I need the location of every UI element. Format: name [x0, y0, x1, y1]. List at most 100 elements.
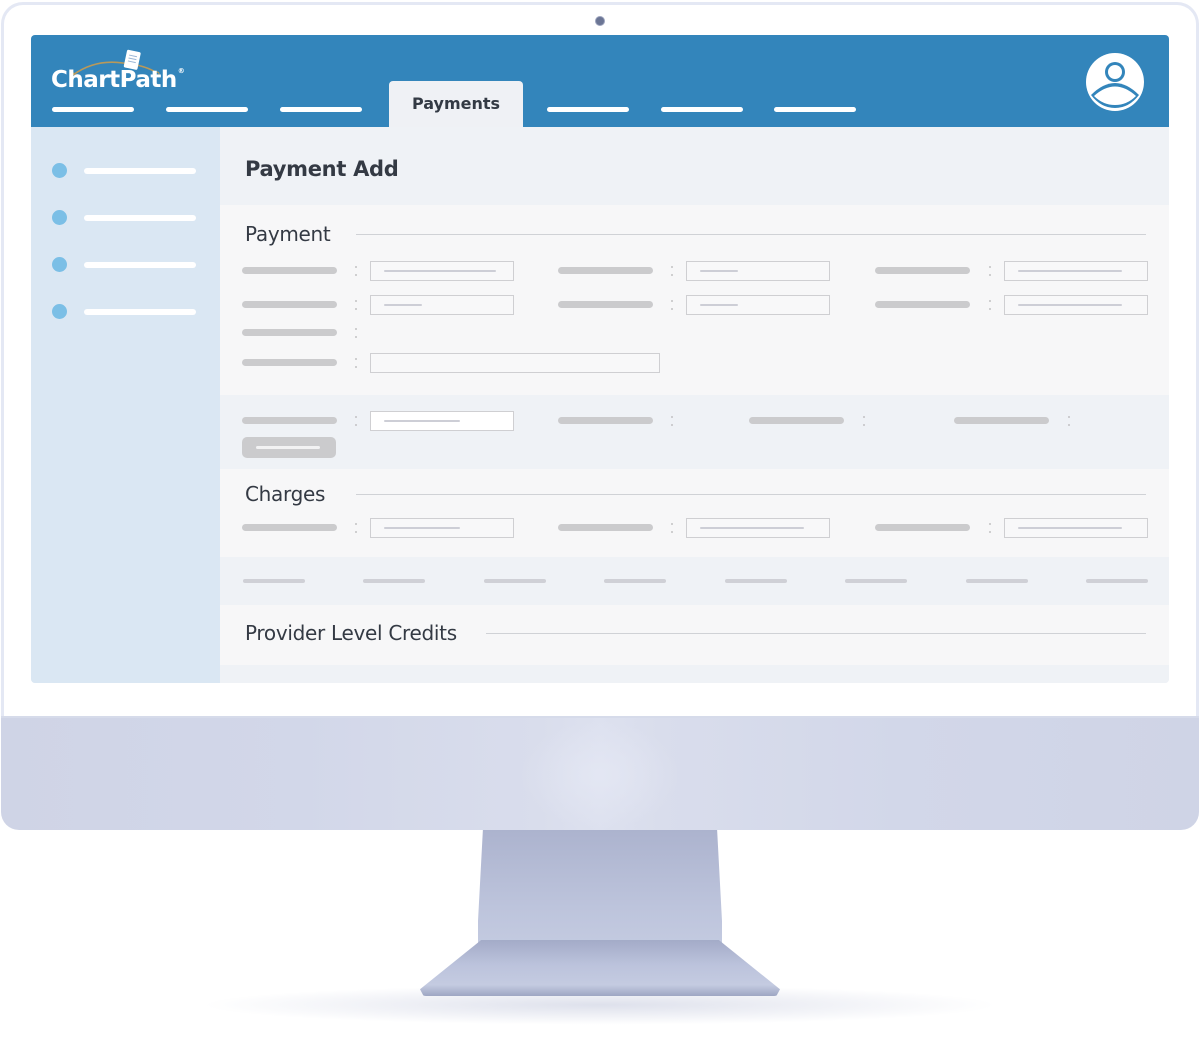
provider-level-credits-section: Provider Level Credits: [220, 605, 1169, 665]
column-header[interactable]: [845, 579, 907, 583]
button-label: [256, 446, 320, 449]
field-value: [384, 270, 496, 272]
field-label: [242, 417, 337, 424]
sidebar-item-1[interactable]: [52, 163, 202, 179]
section-title-provider-level-credits: Provider Level Credits: [245, 621, 457, 645]
field-value: [384, 527, 460, 529]
field-label: [558, 524, 653, 531]
field-label: [875, 267, 970, 274]
sidebar-item-2[interactable]: [52, 210, 202, 226]
field-label: [242, 359, 337, 366]
column-header[interactable]: [484, 579, 546, 583]
colon-separator: [671, 522, 674, 534]
charges-section: Charges: [220, 469, 1169, 557]
field-label: [242, 301, 337, 308]
payment-field-6[interactable]: [1004, 295, 1148, 315]
colon-separator: [355, 415, 358, 427]
colon-separator: [355, 327, 358, 339]
column-header[interactable]: [243, 579, 305, 583]
monitor-logo-glow: [520, 720, 680, 830]
field-value: [700, 270, 738, 272]
nav-tab-placeholder-1[interactable]: [52, 107, 134, 112]
payment-summary-section: [220, 395, 1169, 469]
sidebar: [31, 127, 220, 683]
colon-separator: [671, 415, 674, 427]
colon-separator: [355, 522, 358, 534]
nav-tab-placeholder-5[interactable]: [661, 107, 743, 112]
payment-field-5[interactable]: [686, 295, 830, 315]
payment-field-1[interactable]: [370, 261, 514, 281]
field-value: [1018, 304, 1122, 306]
colon-separator: [989, 522, 992, 534]
field-label: [242, 524, 337, 531]
field-label: [242, 267, 337, 274]
app-screen: ChartPath® Payments Payment Add Payment …: [31, 35, 1169, 683]
payment-field-3[interactable]: [1004, 261, 1148, 281]
column-header[interactable]: [604, 579, 666, 583]
chartpath-logo[interactable]: ChartPath®: [51, 49, 185, 99]
top-navigation-bar: ChartPath® Payments: [31, 35, 1169, 127]
sidebar-item-label: [84, 309, 196, 315]
field-label: [242, 329, 337, 336]
payment-field-4[interactable]: [370, 295, 514, 315]
nav-tab-placeholder-2[interactable]: [166, 107, 248, 112]
sidebar-item-label: [84, 262, 196, 268]
colon-separator: [671, 299, 674, 311]
charges-table-header: [220, 557, 1169, 605]
field-value: [1018, 270, 1122, 272]
bullet-dot-icon: [52, 257, 67, 272]
colon-separator: [671, 265, 674, 277]
monitor-stand-foot: [420, 940, 780, 996]
field-value: [700, 304, 738, 306]
payment-field-2[interactable]: [686, 261, 830, 281]
camera-icon: [595, 16, 605, 26]
payment-section: Payment: [220, 205, 1169, 395]
bullet-dot-icon: [52, 304, 67, 319]
user-avatar-icon[interactable]: [1084, 51, 1146, 113]
nav-tab-placeholder-3[interactable]: [280, 107, 362, 112]
section-divider: [356, 494, 1146, 495]
sidebar-item-4[interactable]: [52, 304, 202, 320]
action-button[interactable]: [242, 437, 336, 458]
field-value: [384, 304, 422, 306]
sidebar-item-label: [84, 215, 196, 221]
colon-separator: [355, 357, 358, 369]
bullet-dot-icon: [52, 163, 67, 178]
charges-field-3[interactable]: [1004, 518, 1148, 538]
tab-payments[interactable]: Payments: [389, 81, 523, 127]
colon-separator: [989, 265, 992, 277]
colon-separator: [989, 299, 992, 311]
nav-tab-placeholder-4[interactable]: [547, 107, 629, 112]
section-divider: [486, 633, 1146, 634]
section-title-payment: Payment: [245, 222, 331, 246]
section-title-charges: Charges: [245, 482, 326, 506]
registered-mark: ®: [177, 67, 185, 75]
sidebar-item-3[interactable]: [52, 257, 202, 273]
column-header[interactable]: [725, 579, 787, 583]
column-header[interactable]: [363, 579, 425, 583]
page-title: Payment Add: [245, 157, 399, 181]
field-value: [384, 420, 460, 422]
nav-tab-placeholder-6[interactable]: [774, 107, 856, 112]
field-label: [558, 417, 653, 424]
column-header[interactable]: [1086, 579, 1148, 583]
logo-wordmark: ChartPath®: [51, 67, 185, 93]
charges-field-2[interactable]: [686, 518, 830, 538]
charges-field-1[interactable]: [370, 518, 514, 538]
colon-separator: [1068, 415, 1071, 427]
field-value: [700, 527, 804, 529]
column-header[interactable]: [966, 579, 1028, 583]
field-label: [558, 267, 653, 274]
field-label: [875, 301, 970, 308]
section-divider: [356, 234, 1146, 235]
main-content: Payment Add Payment Charges Provider Lev…: [220, 127, 1169, 683]
field-label: [875, 524, 970, 531]
bullet-dot-icon: [52, 210, 67, 225]
payment-field-wide[interactable]: [370, 353, 660, 373]
field-label: [558, 301, 653, 308]
colon-separator: [863, 415, 866, 427]
field-label: [749, 417, 844, 424]
summary-field-1[interactable]: [370, 411, 514, 431]
monitor-frame: ChartPath® Payments Payment Add Payment …: [0, 0, 1200, 1040]
brand-name: ChartPath: [51, 67, 177, 93]
